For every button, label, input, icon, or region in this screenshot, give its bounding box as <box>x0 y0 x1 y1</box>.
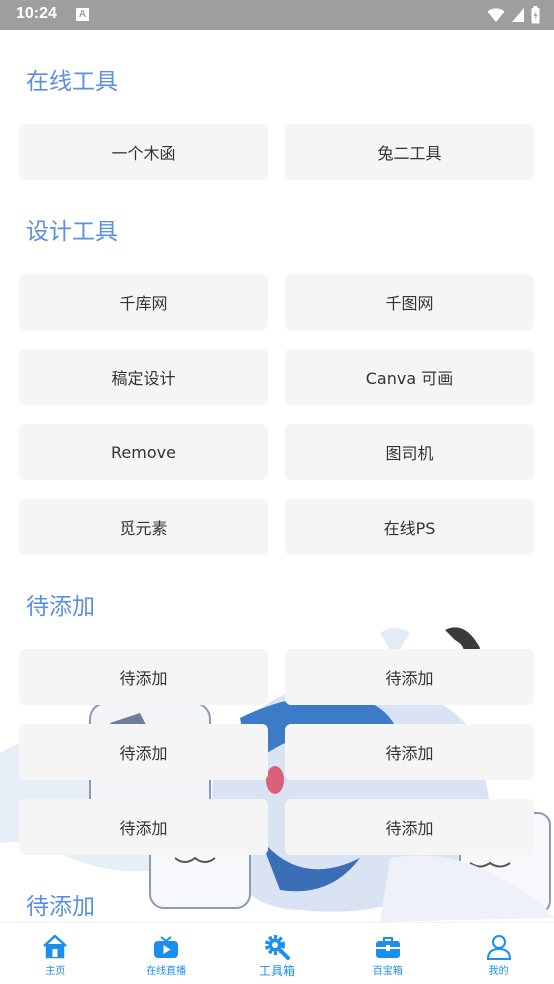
status-icons <box>487 6 540 24</box>
status-time: 10:24 <box>16 5 57 22</box>
tool-button[interactable]: 觅元素 <box>19 499 268 555</box>
home-icon <box>43 934 68 959</box>
tool-button[interactable]: 一个木函 <box>19 124 268 180</box>
tool-button[interactable]: 稿定设计 <box>19 349 268 405</box>
tool-button[interactable]: 千图网 <box>285 274 534 330</box>
user-icon <box>486 935 511 960</box>
tool-button[interactable]: Canva 可画 <box>285 349 534 405</box>
nav-label: 工具箱 <box>258 964 295 978</box>
tool-button[interactable]: 待添加 <box>285 799 534 855</box>
nav-item-profile[interactable]: 我的 <box>443 923 554 984</box>
nav-item-home[interactable]: 主页 <box>0 923 111 984</box>
tool-button[interactable]: 兔二工具 <box>285 124 534 180</box>
nav-label: 我的 <box>488 966 509 977</box>
tool-button[interactable]: Remove <box>19 424 268 480</box>
nav-item-treasure[interactable]: 百宝箱 <box>332 923 443 984</box>
gear-wrench-icon <box>264 935 290 960</box>
tool-button[interactable]: 待添加 <box>285 649 534 705</box>
tool-button[interactable]: 待添加 <box>19 799 268 855</box>
wifi-icon <box>487 8 505 22</box>
briefcase-icon <box>375 937 400 958</box>
section-title-design-tools: 设计工具 <box>26 219 118 245</box>
nav-item-toolbox[interactable]: 工具箱 <box>222 923 333 984</box>
section-title-pending-2: 待添加 <box>26 894 95 920</box>
nav-label: 百宝箱 <box>372 966 403 977</box>
tools-content[interactable]: 在线工具 一个木函 兔二工具 设计工具 千库网 千图网 稿定设计 Canva 可… <box>0 30 554 922</box>
notification-icon: A <box>76 8 89 21</box>
tool-button[interactable]: 图司机 <box>285 424 534 480</box>
nav-label: 主页 <box>45 966 66 977</box>
signal-icon <box>512 8 524 22</box>
section-title-pending: 待添加 <box>26 594 95 620</box>
nav-item-live[interactable]: 在线直播 <box>111 923 222 984</box>
tool-button[interactable]: 在线PS <box>285 499 534 555</box>
section-title-online-tools: 在线工具 <box>26 69 118 95</box>
tool-button[interactable]: 千库网 <box>19 274 268 330</box>
status-bar: 10:24 A <box>0 0 554 30</box>
tv-icon <box>154 936 179 958</box>
nav-label: 在线直播 <box>146 966 187 977</box>
tool-button[interactable]: 待添加 <box>19 649 268 705</box>
tool-button[interactable]: 待添加 <box>285 724 534 780</box>
tool-button[interactable]: 待添加 <box>19 724 268 780</box>
battery-icon <box>531 6 540 24</box>
bottom-nav: 主页 在线直播 工具箱 百宝箱 我的 <box>0 922 554 984</box>
